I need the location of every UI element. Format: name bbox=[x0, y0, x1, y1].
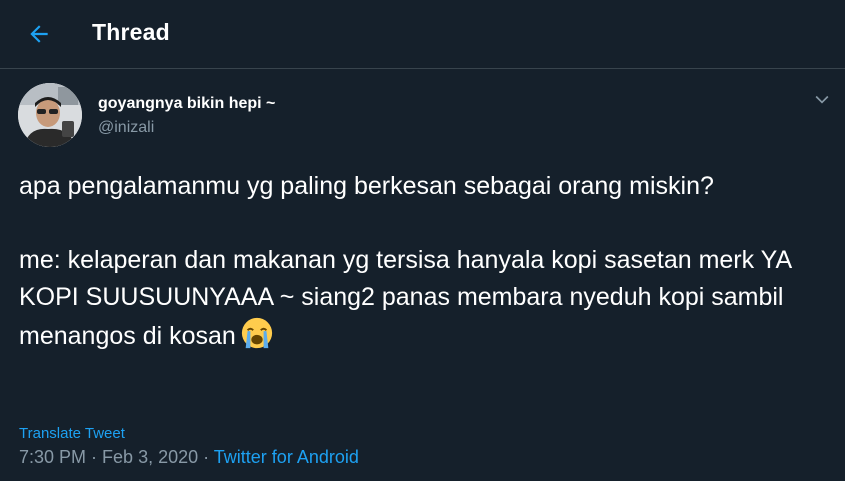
tweet-time[interactable]: 7:30 PM bbox=[19, 447, 86, 467]
meta-separator: · bbox=[86, 447, 103, 467]
tweet-text: apa pengalamanmu yg paling berkesan seba… bbox=[19, 168, 819, 355]
tweet-meta: 7:30 PM · Feb 3, 2020 · Twitter for Andr… bbox=[19, 447, 359, 468]
thread-header: Thread bbox=[0, 0, 845, 69]
meta-separator: · bbox=[198, 447, 214, 467]
author-handle[interactable]: @inizali bbox=[98, 119, 154, 137]
avatar-image bbox=[18, 83, 82, 147]
page-title: Thread bbox=[92, 19, 170, 45]
arrow-left-icon[interactable] bbox=[26, 21, 52, 47]
loudly-crying-face-icon bbox=[241, 317, 272, 349]
tweet-paragraph: apa pengalamanmu yg paling berkesan seba… bbox=[19, 172, 714, 200]
tweet-paragraph-with-emoji: me: kelaperan dan makanan yg tersisa han… bbox=[19, 242, 819, 355]
tweet-paragraph: me: kelaperan dan makanan yg tersisa han… bbox=[19, 246, 791, 350]
tweet-date[interactable]: Feb 3, 2020 bbox=[102, 447, 198, 467]
tweet-source-link[interactable]: Twitter for Android bbox=[214, 447, 359, 467]
chevron-down-icon[interactable] bbox=[812, 89, 832, 109]
avatar[interactable] bbox=[18, 83, 82, 147]
translate-tweet-link[interactable]: Translate Tweet bbox=[19, 425, 125, 442]
author-display-name[interactable]: goyangnya bikin hepi ~ bbox=[98, 95, 275, 113]
